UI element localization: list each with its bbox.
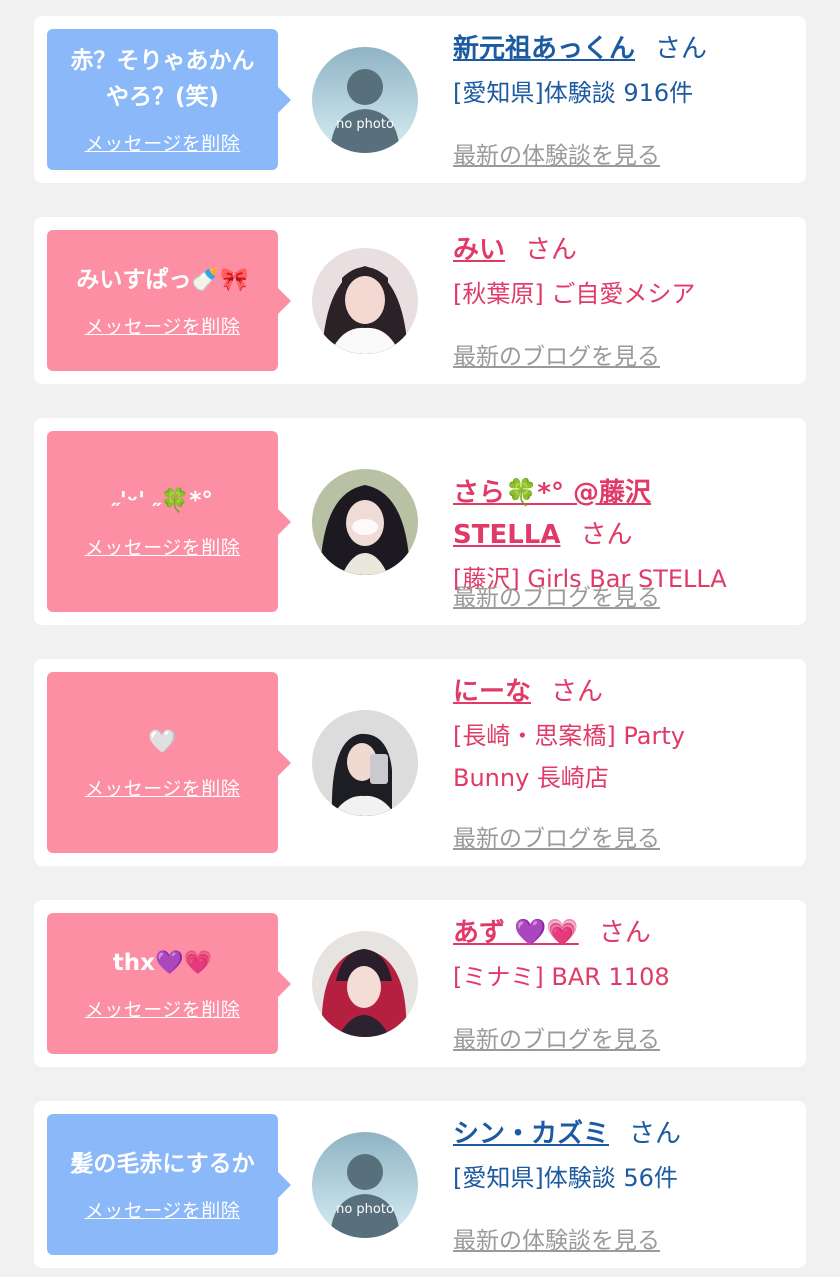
profile-photo-icon (312, 931, 418, 1037)
honorific: さん (551, 677, 604, 707)
honorific: さん (629, 1119, 682, 1149)
delete-message-link[interactable]: メッセージを削除 (85, 312, 241, 339)
honorific: さん (655, 34, 708, 64)
profile-name-link[interactable]: 新元祖あっくん (453, 34, 635, 64)
profile-subtitle: [愛知県]体験談 916件 (453, 79, 694, 107)
delete-message-link[interactable]: メッセージを削除 (85, 129, 241, 156)
message-bubble: thx💜💗 メッセージを削除 (47, 913, 291, 1054)
no-photo-avatar-icon (312, 47, 418, 153)
avatar[interactable] (312, 931, 418, 1037)
honorific: さん (580, 520, 633, 550)
profile-photo-icon (312, 710, 418, 816)
message-text: 🤍 (148, 729, 177, 755)
delete-message-link[interactable]: メッセージを削除 (85, 533, 241, 560)
honorific: さん (525, 235, 578, 265)
no-photo-label: no photo (336, 1202, 394, 1217)
latest-link[interactable]: 最新の体験談を見る (453, 1221, 660, 1255)
profile-photo-icon (312, 469, 418, 575)
latest-link[interactable]: 最新のブログを見る (453, 819, 660, 853)
message-card: 赤？そりゃあかん やろ？(笑) メッセージを削除 no photo 新元祖あっく… (34, 16, 806, 183)
message-bubble: 赤？そりゃあかん やろ？(笑) メッセージを削除 (47, 29, 291, 170)
message-text: ˶'ᵕ' ˶🍀*° (112, 488, 213, 514)
honorific: さん (598, 918, 651, 948)
delete-message-link[interactable]: メッセージを削除 (85, 1196, 241, 1223)
profile-name-link[interactable]: にーな (453, 677, 531, 707)
profile-photo-icon (312, 248, 418, 354)
profile-subtitle: [秋葉原] ご自愛メシア (453, 280, 696, 308)
profile-info: みい さん [秋葉原] ご自愛メシア (453, 229, 796, 315)
avatar[interactable] (312, 710, 418, 816)
message-list: 赤？そりゃあかん やろ？(笑) メッセージを削除 no photo 新元祖あっく… (0, 0, 840, 1277)
no-photo-avatar-icon (312, 1132, 418, 1238)
message-text: 赤？そりゃあかん やろ？(笑) (70, 48, 255, 110)
message-card: 🤍 メッセージを削除 にーな さん [長崎・思案橋] Party Bunny 長崎… (34, 659, 806, 866)
profile-info: にーな さん [長崎・思案橋] Party Bunny 長崎店 (453, 671, 796, 799)
delete-message-link[interactable]: メッセージを削除 (85, 995, 241, 1022)
avatar[interactable]: no photo (312, 1132, 418, 1238)
avatar[interactable]: no photo (312, 47, 418, 153)
message-text: 髪の毛赤にするか (70, 1151, 255, 1177)
profile-name-link[interactable]: シン・カズミ (453, 1119, 609, 1149)
profile-info: あず 💜💗 さん [ミナミ] BAR 1108 (453, 912, 796, 998)
latest-link[interactable]: 最新のブログを見る (453, 578, 660, 612)
profile-name-link[interactable]: みい (453, 235, 505, 265)
profile-info: さら🍀*° @藤沢 STELLA さん [藤沢] Girls Bar STELLA (453, 430, 796, 600)
avatar[interactable] (312, 248, 418, 354)
delete-message-link[interactable]: メッセージを削除 (85, 774, 241, 801)
latest-link[interactable]: 最新のブログを見る (453, 337, 660, 371)
profile-subtitle: [愛知県]体験談 56件 (453, 1164, 678, 1192)
no-photo-label: no photo (336, 117, 394, 132)
message-card: 髪の毛赤にするか メッセージを削除 no photo シン・カズミ さん [愛知県… (34, 1101, 806, 1268)
profile-info: 新元祖あっくん さん [愛知県]体験談 916件 (453, 28, 796, 114)
latest-link[interactable]: 最新のブログを見る (453, 1020, 660, 1054)
message-bubble: ˶'ᵕ' ˶🍀*° メッセージを削除 (47, 431, 291, 612)
message-card: thx💜💗 メッセージを削除 あず 💜💗 さん [ミナミ] BAR 1108 最新… (34, 900, 806, 1067)
message-text: thx💜💗 (112, 950, 213, 976)
avatar[interactable] (312, 469, 418, 575)
message-card: みいすぱっ🍼🎀 メッセージを削除 みい さん [秋葉原] ご自愛メシア 最新のブロ… (34, 217, 806, 384)
profile-info: シン・カズミ さん [愛知県]体験談 56件 (453, 1113, 796, 1199)
profile-subtitle: [ミナミ] BAR 1108 (453, 963, 670, 991)
message-bubble: 髪の毛赤にするか メッセージを削除 (47, 1114, 291, 1255)
message-text: みいすぱっ🍼🎀 (76, 267, 249, 293)
profile-name-link[interactable]: あず 💜💗 (453, 918, 579, 948)
profile-subtitle: [長崎・思案橋] Party Bunny 長崎店 (453, 722, 685, 792)
message-bubble: 🤍 メッセージを削除 (47, 672, 291, 853)
message-card: ˶'ᵕ' ˶🍀*° メッセージを削除 さら🍀*° @藤沢 STELLA さん [藤… (34, 418, 806, 625)
message-bubble: みいすぱっ🍼🎀 メッセージを削除 (47, 230, 291, 371)
latest-link[interactable]: 最新の体験談を見る (453, 136, 660, 170)
